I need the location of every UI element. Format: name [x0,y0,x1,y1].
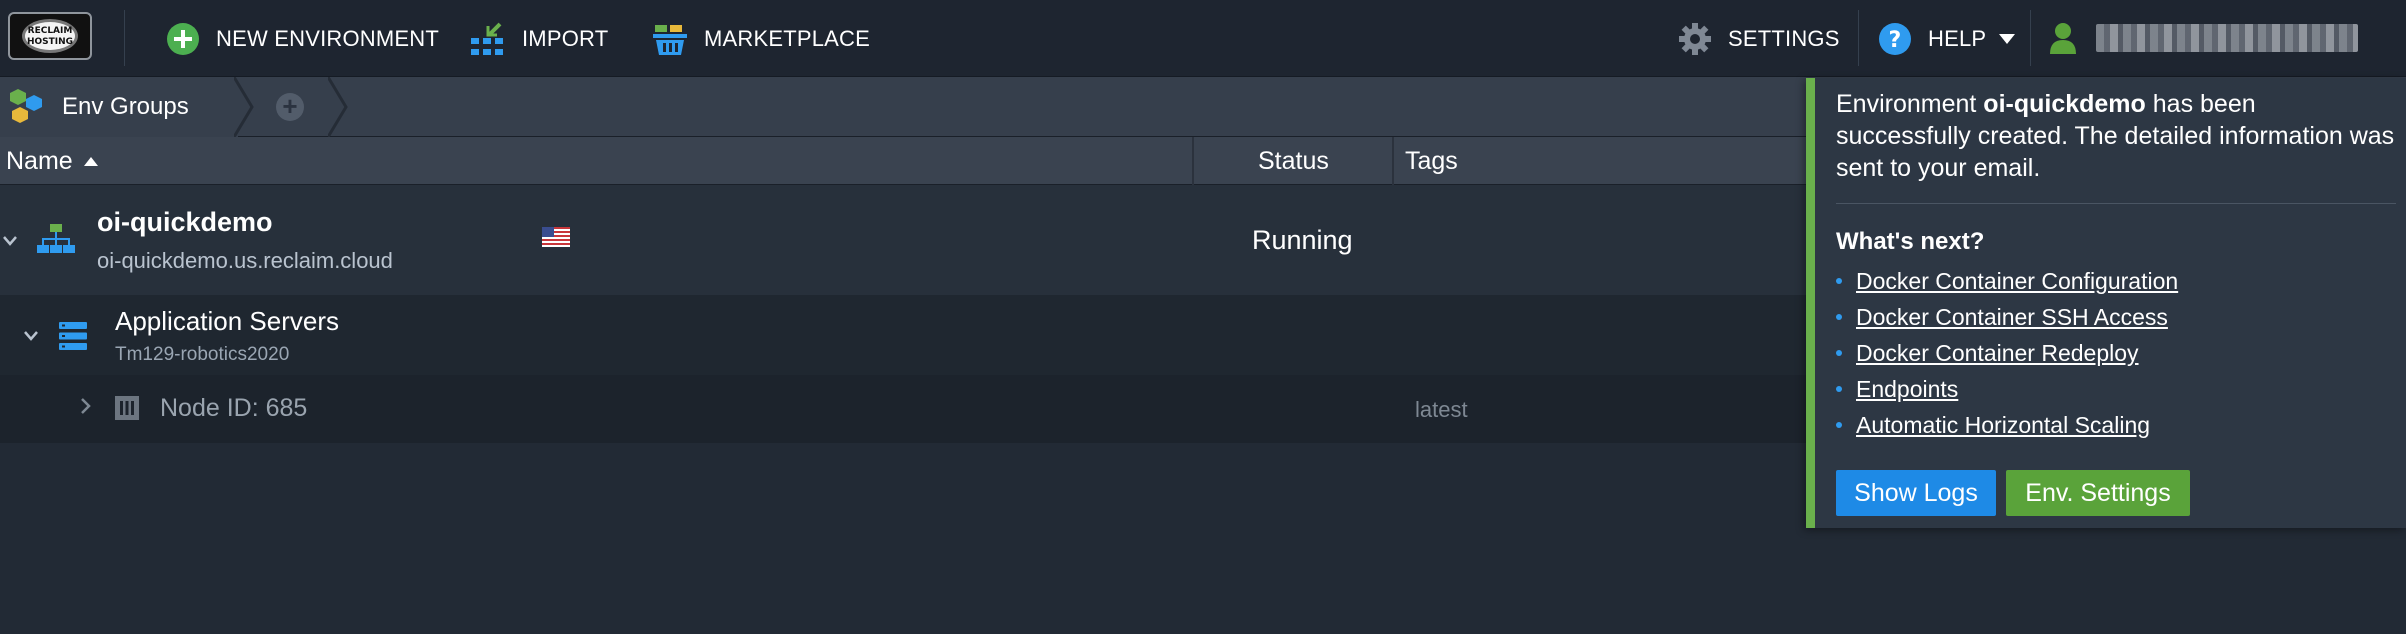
docker-redeploy-link[interactable]: Docker Container Redeploy [1856,340,2139,367]
chevron-right-icon[interactable] [80,397,92,415]
env-groups-crumb[interactable]: Env Groups [0,77,238,137]
bullet-icon [1836,314,1842,320]
column-status-label: Status [1258,146,1329,175]
column-tags-header[interactable]: Tags [1405,137,1458,185]
bullet-icon [1836,422,1842,428]
import-label: IMPORT [522,25,609,51]
environment-status: Running [1252,225,1353,255]
column-status-header[interactable]: Status [1258,137,1329,185]
notification-message: Environment oi-quickdemo has been succes… [1836,88,2396,184]
bullet-icon [1836,350,1842,356]
list-item: Docker Container Redeploy [1836,335,2178,371]
toolbar-divider [2030,10,2031,66]
docker-config-link[interactable]: Docker Container Configuration [1856,268,2178,295]
whats-next-heading: What's next? [1836,228,1985,255]
svg-text:?: ? [1889,28,1902,53]
server-stack-icon [59,322,87,350]
bullet-icon [1836,386,1842,392]
column-tags-label: Tags [1405,146,1458,175]
chevron-down-icon[interactable] [2,235,18,247]
container-icon [115,396,139,420]
sort-ascending-icon [83,157,98,166]
message-env-name: oi-quickdemo [1983,90,2146,118]
chevron-down-icon[interactable] [23,330,39,342]
user-account-redacted[interactable] [2096,24,2358,52]
settings-label: SETTINGS [1728,25,1840,51]
new-environment-label: NEW ENVIRONMENT [216,25,439,51]
column-divider [1192,137,1194,185]
env-groups-icon [10,89,42,123]
settings-button[interactable]: SETTINGS [1678,0,1840,77]
basket-icon [653,24,687,55]
list-item: Automatic Horizontal Scaling [1836,407,2178,443]
whats-next-links: Docker Container Configuration Docker Co… [1836,263,2178,443]
help-label: HELP [1928,25,1987,51]
column-name-header[interactable]: Name [6,137,99,185]
auto-scaling-link[interactable]: Automatic Horizontal Scaling [1856,412,2150,439]
environment-created-notification: Environment oi-quickdemo has been succes… [1806,78,2406,528]
question-circle-icon: ? [1879,22,1911,55]
plus-circle-icon [167,22,199,55]
notification-divider [1836,203,2396,204]
top-toolbar: RECLAIM HOSTING NEW ENVIRONMENT IMPORT M… [0,0,2406,77]
column-divider [1392,137,1394,185]
crumb-separator [234,77,254,137]
toolbar-divider [1858,10,1859,66]
node-id: Node ID: 685 [160,394,308,422]
list-item: Docker Container SSH Access [1836,299,2178,335]
crumb-separator [328,77,348,137]
column-name-label: Name [6,146,73,175]
marketplace-label: MARKETPLACE [704,25,871,51]
import-icon [471,22,503,55]
env-settings-button[interactable]: Env. Settings [2006,470,2190,516]
env-groups-label: Env Groups [62,93,189,120]
environment-domain[interactable]: oi-quickdemo.us.reclaim.cloud [97,248,393,274]
us-flag-icon [542,227,570,247]
import-button[interactable]: IMPORT [468,0,608,77]
node-tag: latest [1415,397,1468,422]
environment-topology-icon [37,224,75,253]
gear-icon [1679,22,1711,55]
endpoints-link[interactable]: Endpoints [1856,376,1958,403]
environment-name[interactable]: oi-quickdemo [97,207,273,238]
message-prefix: Environment [1836,90,1984,118]
logo-text: RECLAIM HOSTING [22,19,78,53]
new-environment-button[interactable]: NEW ENVIRONMENT [166,0,439,77]
node-group-image: Tm129-robotics2020 [115,344,290,365]
caret-down-icon [1999,33,2016,44]
show-logs-button[interactable]: Show Logs [1836,470,1996,516]
toolbar-divider [124,10,125,66]
list-item: Docker Container Configuration [1836,263,2178,299]
add-group-icon[interactable]: + [276,93,304,121]
user-icon[interactable] [2050,22,2076,54]
help-button[interactable]: ? HELP [1878,0,2016,77]
docker-ssh-link[interactable]: Docker Container SSH Access [1856,304,2168,331]
node-group-name: Application Servers [115,306,339,336]
reclaim-logo[interactable]: RECLAIM HOSTING [8,12,92,60]
list-item: Endpoints [1836,371,2178,407]
bullet-icon [1836,278,1842,284]
marketplace-button[interactable]: MARKETPLACE [652,0,870,77]
